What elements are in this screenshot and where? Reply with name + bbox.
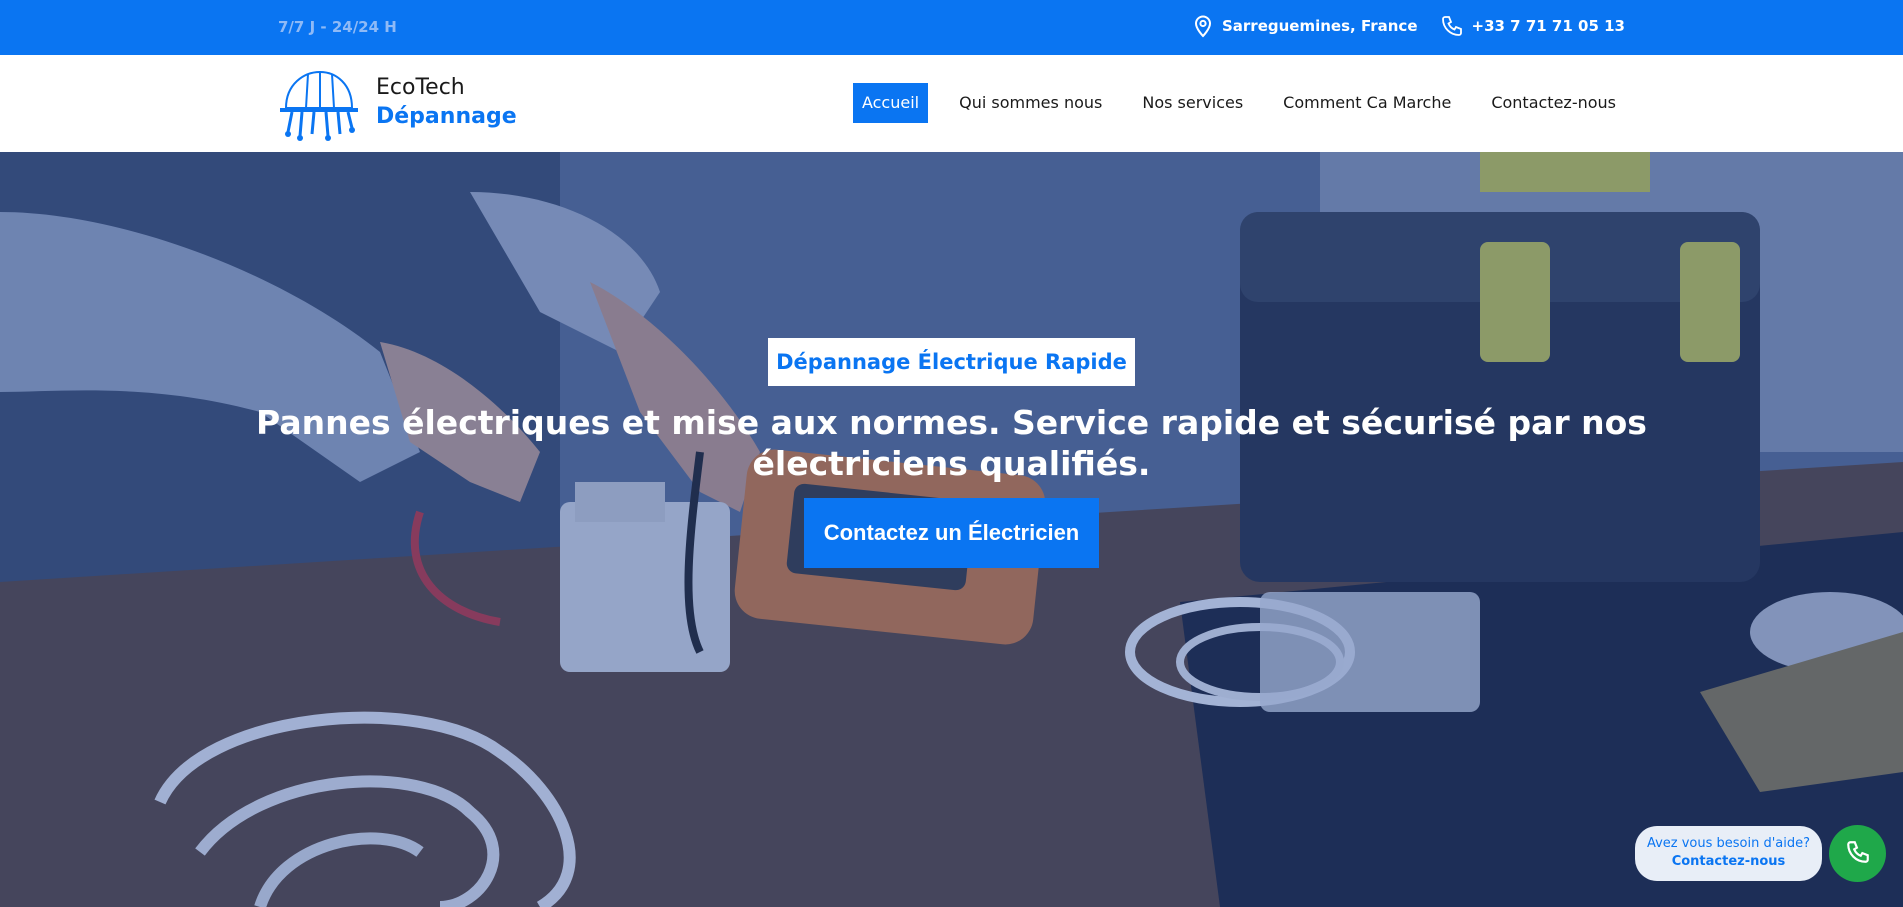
- hero-section: Dépannage Électrique Rapide Pannes élect…: [0, 152, 1903, 907]
- contact-electrician-button[interactable]: Contactez un Électricien: [803, 498, 1100, 568]
- hero-tagline: Dépannage Électrique Rapide: [768, 338, 1135, 386]
- opening-hours: 7/7 J - 24/24 H: [278, 18, 397, 36]
- brand-name-line2: Dépannage: [376, 104, 517, 129]
- nav-item-nos-services[interactable]: Nos services: [1133, 83, 1252, 123]
- hard-hat-logo: [280, 70, 358, 141]
- nav-item-accueil[interactable]: Accueil: [852, 83, 929, 123]
- help-question: Avez vous besoin d'aide?: [1646, 836, 1811, 851]
- call-button[interactable]: [1829, 825, 1886, 882]
- brand-logo[interactable]: EcoTech Dépannage: [278, 62, 517, 144]
- phone-icon: [1845, 839, 1871, 869]
- brand-text: EcoTech Dépannage: [376, 74, 517, 131]
- phone-icon: [1440, 14, 1464, 38]
- hero-headline: Pannes électriques et mise aux normes. S…: [256, 403, 1647, 483]
- main-nav: Accueil Qui sommes nous Nos services Com…: [831, 83, 1625, 123]
- top-contact-group: Sarreguemines, France +33 7 71 71 05 13: [1192, 14, 1625, 38]
- nav-item-contactez-nous[interactable]: Contactez-nous: [1482, 83, 1625, 123]
- map-pin-icon: [1192, 14, 1214, 38]
- brand-name-line1: EcoTech: [376, 75, 465, 101]
- phone-item[interactable]: +33 7 71 71 05 13: [1440, 14, 1626, 38]
- hero-content: Dépannage Électrique Rapide Pannes élect…: [0, 338, 1903, 568]
- phone-number[interactable]: +33 7 71 71 05 13: [1472, 17, 1626, 35]
- help-bubble[interactable]: Avez vous besoin d'aide? Contactez-nous: [1635, 826, 1822, 881]
- location-text: Sarreguemines, France: [1221, 17, 1418, 35]
- top-bar: 7/7 J - 24/24 H Sarreguemines, France +3…: [0, 0, 1903, 55]
- help-contact-link[interactable]: Contactez-nous: [1635, 853, 1822, 871]
- location-item: Sarreguemines, France: [1192, 14, 1418, 38]
- main-header: EcoTech Dépannage Accueil Qui sommes nou…: [0, 55, 1903, 152]
- nav-item-qui-sommes-nous[interactable]: Qui sommes nous: [950, 83, 1111, 123]
- nav-item-comment-ca-marche[interactable]: Comment Ca Marche: [1274, 83, 1460, 123]
